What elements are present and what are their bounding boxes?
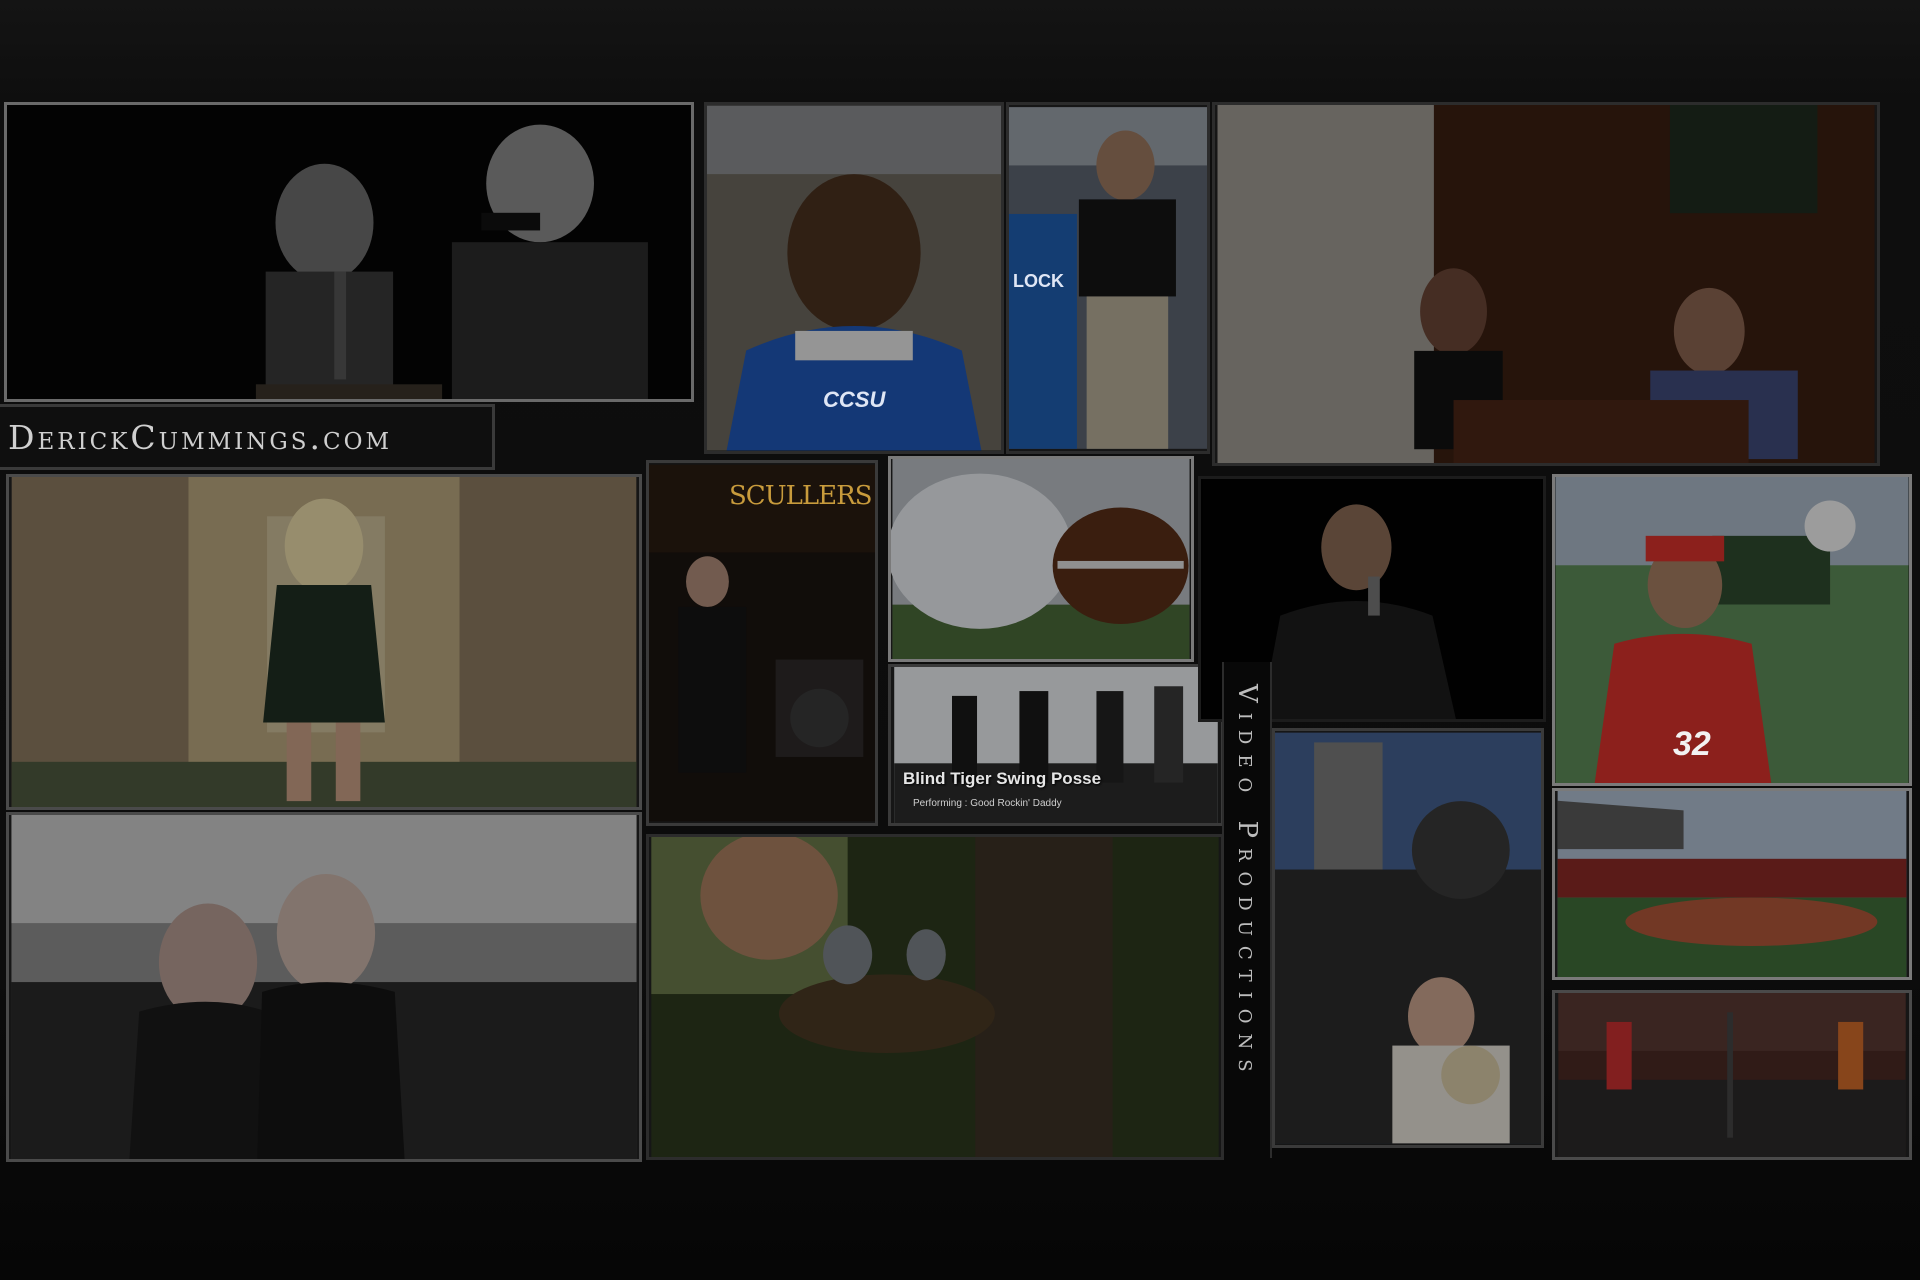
photo-restaurant[interactable] xyxy=(1212,102,1880,466)
photo-train-banjo[interactable] xyxy=(1272,728,1544,1148)
video-productions-label: Video Productions xyxy=(1222,662,1272,1158)
jersey-text-ccsu: CCSU xyxy=(823,387,886,412)
video-productions-text: Video Productions xyxy=(1232,684,1262,1082)
photo-scullers-saxophone[interactable]: SCULLERS xyxy=(646,460,878,826)
photo-baseball-field[interactable] xyxy=(1552,788,1912,980)
photo-baseball-player[interactable]: 32 xyxy=(1552,474,1912,786)
photo-coach[interactable]: LOCK xyxy=(1006,102,1210,454)
photo-hallway-woman[interactable] xyxy=(6,474,642,810)
scullers-sign: SCULLERS xyxy=(729,481,873,511)
photo-couple-city[interactable] xyxy=(6,812,642,1162)
photo-speech[interactable] xyxy=(4,102,694,402)
photo-football-player[interactable]: CCSU xyxy=(704,102,1004,454)
jersey-text-lock: LOCK xyxy=(1013,271,1064,291)
collage-page: CCSU LOCK SCULLERS Blind Tiger Swing Pos… xyxy=(0,0,1920,1280)
site-logo[interactable]: DerickCummings.com xyxy=(0,404,495,470)
band-title: Blind Tiger Swing Posse xyxy=(903,769,1102,788)
jersey-number-32: 32 xyxy=(1673,725,1711,763)
photo-boy-tree[interactable] xyxy=(646,834,1224,1160)
photo-badminton[interactable] xyxy=(1552,990,1912,1160)
photo-helmet-ball[interactable] xyxy=(888,456,1194,662)
photo-band[interactable]: Blind Tiger Swing Posse Performing : Goo… xyxy=(888,664,1224,826)
band-subtitle: Performing : Good Rockin' Daddy xyxy=(913,798,1062,809)
